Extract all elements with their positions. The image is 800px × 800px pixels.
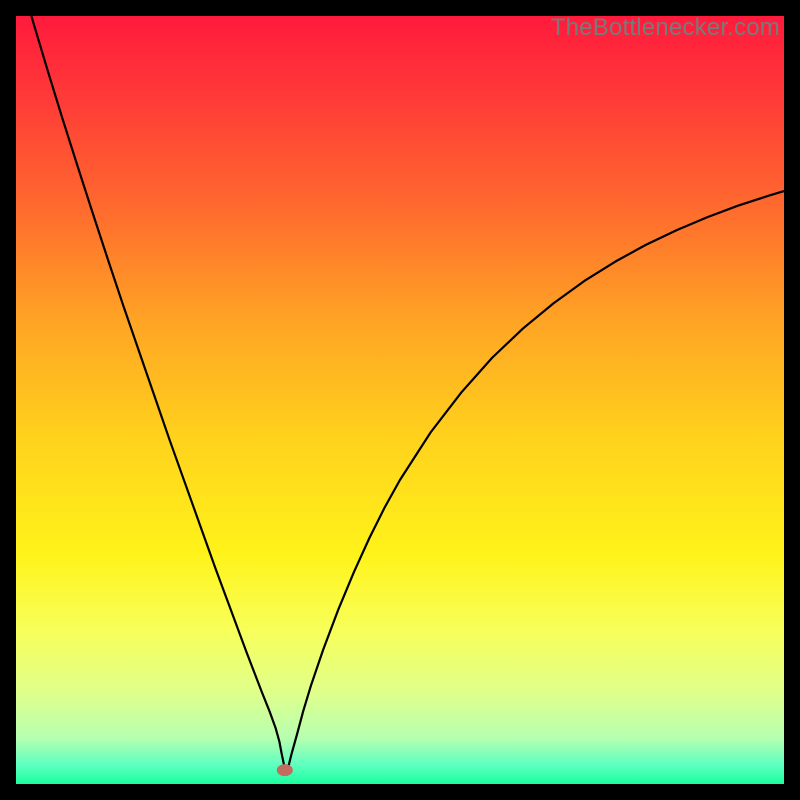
gradient-background [16, 16, 784, 784]
watermark-label: TheBottlenecker.com [551, 14, 780, 42]
optimum-marker [277, 764, 293, 776]
chart-frame: TheBottlenecker.com [16, 16, 784, 784]
chart-canvas [16, 16, 784, 784]
